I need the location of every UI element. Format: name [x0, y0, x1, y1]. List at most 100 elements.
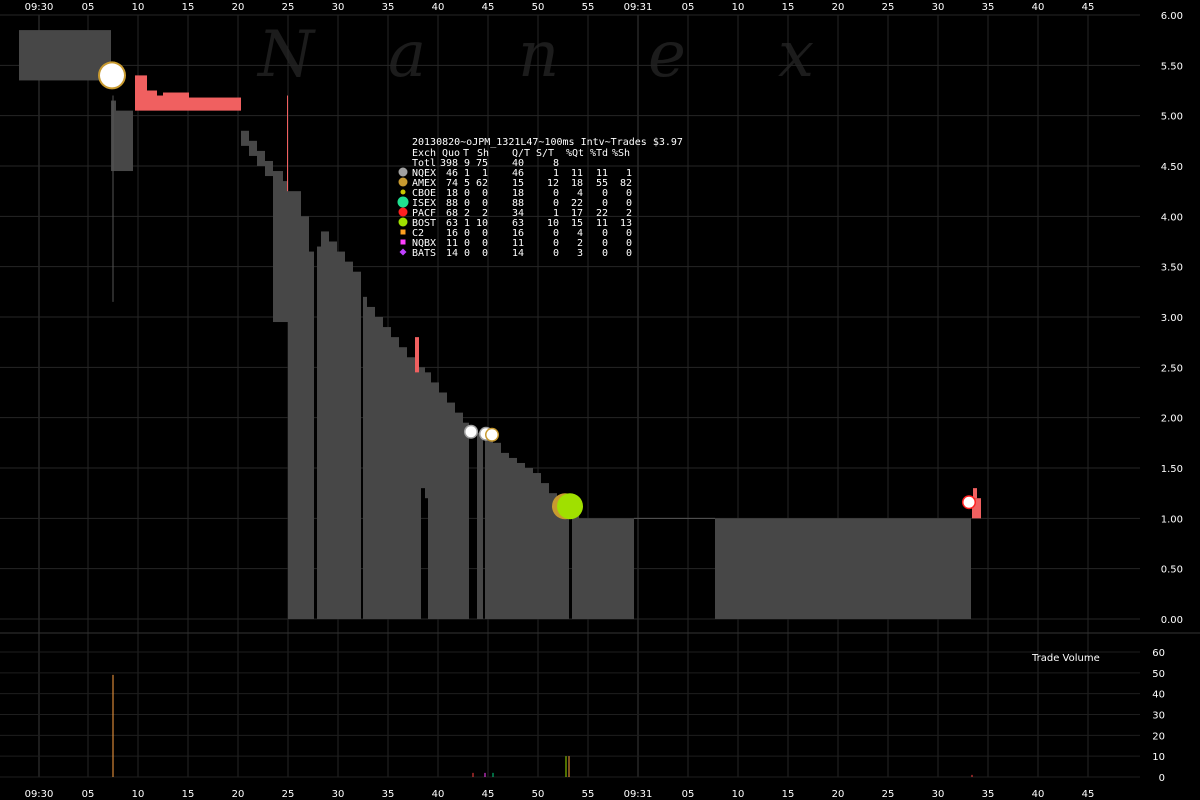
x-tick-label-top: 30	[932, 2, 945, 13]
x-tick-label-bottom: 45	[1082, 789, 1095, 800]
x-tick-label-top: 35	[982, 2, 995, 13]
nbbo-segment	[345, 261, 353, 619]
legend-circle-icon	[398, 207, 408, 217]
price-tick-label: 5.50	[1161, 61, 1183, 72]
x-tick-label-top: 45	[482, 2, 495, 13]
exchange-quote-bar	[163, 92, 189, 111]
legend-square-icon	[400, 229, 406, 235]
trade-marker-core	[963, 496, 975, 508]
x-tick-label-top: 15	[782, 2, 795, 13]
nbbo-segment	[439, 392, 447, 619]
price-tick-label: 2.50	[1161, 363, 1183, 374]
price-tick-label: 4.50	[1161, 162, 1183, 173]
trade-marker-core	[465, 426, 477, 438]
watermark-letter: N	[256, 18, 316, 92]
nbbo-segment	[428, 372, 431, 619]
watermark-letter: a	[388, 18, 426, 92]
nbbo-segment	[257, 150, 265, 166]
nbbo-segment	[317, 246, 321, 620]
nbbo-segment	[525, 468, 533, 619]
nbbo-segment	[485, 432, 493, 619]
x-tick-label-top: 25	[282, 2, 295, 13]
price-tick-label: 5.00	[1161, 112, 1183, 123]
nbbo-segment	[477, 432, 483, 619]
volume-tick-label: 10	[1152, 752, 1165, 763]
x-tick-label-top: 05	[82, 2, 95, 13]
nbbo-segment	[541, 483, 549, 619]
x-tick-label-top: 15	[182, 2, 195, 13]
table-header-cell: S/T	[536, 148, 554, 159]
watermark-letter: n	[518, 18, 559, 92]
price-tick-label: 1.50	[1161, 464, 1183, 475]
nbbo-segment	[579, 518, 634, 619]
price-tick-label: 0.00	[1161, 615, 1183, 626]
nbbo-segment	[321, 231, 329, 619]
x-tick-label-bottom: 15	[782, 789, 795, 800]
x-tick-label-top: 25	[882, 2, 895, 13]
price-tick-label: 3.50	[1161, 263, 1183, 274]
nbbo-segment	[425, 372, 428, 499]
exchange-quote-bar	[135, 75, 147, 111]
volume-tick-label: 30	[1152, 711, 1165, 722]
nbbo-segment	[367, 306, 375, 619]
volume-panel-label: Trade Volume	[1031, 653, 1100, 664]
exchange-quote-bar	[287, 95, 288, 192]
nbbo-segment	[447, 402, 455, 619]
watermark-letter: x	[778, 18, 814, 92]
table-row-cell: 0	[482, 248, 488, 259]
x-tick-label-bottom: 30	[332, 789, 345, 800]
legend-square-icon	[400, 239, 406, 245]
x-tick-label-bottom: 15	[182, 789, 195, 800]
x-tick-label-bottom: 35	[982, 789, 995, 800]
x-tick-label-bottom: 05	[682, 789, 695, 800]
table-row-cell: BATS	[412, 248, 436, 259]
x-tick-label-top: 40	[1032, 2, 1045, 13]
x-tick-label-top: 05	[682, 2, 695, 13]
nbbo-segment	[337, 251, 345, 620]
price-tick-label: 3.00	[1161, 313, 1183, 324]
exchange-quote-bar	[157, 95, 163, 111]
x-tick-label-bottom: 20	[232, 789, 245, 800]
nbbo-segment	[249, 140, 257, 156]
x-tick-label-bottom: 25	[282, 789, 295, 800]
x-tick-label-top: 50	[532, 2, 545, 13]
nbbo-segment	[455, 412, 463, 619]
nbbo-segment	[572, 508, 579, 619]
legend-circle-icon	[398, 177, 408, 187]
x-tick-label-top: 45	[1082, 2, 1095, 13]
table-header-cell: %Sh	[612, 148, 630, 159]
trade-marker-core	[100, 63, 124, 88]
table-header-cell: %Td	[590, 148, 608, 159]
x-tick-label-top: 20	[832, 2, 845, 13]
nbbo-segment	[431, 382, 439, 619]
x-tick-label-bottom: 40	[1032, 789, 1045, 800]
legend-circle-icon	[398, 217, 408, 227]
volume-tick-label: 0	[1159, 773, 1165, 784]
nbbo-segment	[391, 337, 399, 619]
nbbo-segment	[288, 191, 301, 619]
x-tick-label-bottom: 55	[582, 789, 595, 800]
x-tick-label-bottom: 35	[382, 789, 395, 800]
legend-circle-icon	[400, 189, 406, 195]
nbbo-segment	[407, 357, 415, 619]
nbbo-segment	[301, 216, 309, 620]
x-tick-label-top: 55	[582, 2, 595, 13]
nbbo-segment	[421, 367, 425, 489]
nbbo-segment	[283, 181, 288, 323]
x-tick-label-top: 35	[382, 2, 395, 13]
table-row-cell: 14	[512, 248, 524, 259]
x-tick-label-bottom: 10	[132, 789, 145, 800]
nbbo-segment	[501, 452, 509, 619]
legend-circle-icon	[397, 196, 409, 208]
volume-tick-label: 50	[1152, 669, 1165, 680]
table-row-cell: 0	[602, 248, 608, 259]
nbbo-segment	[19, 30, 111, 81]
nbbo-segment	[383, 327, 391, 619]
nbbo-segment	[399, 347, 407, 619]
chart-background	[0, 0, 1200, 800]
nbbo-segment	[415, 367, 421, 619]
nanex-trades-chart: Na n e x 20130820~oJPM_1321L47~100ms Intv~T…	[0, 0, 1200, 800]
x-tick-label-bottom: 40	[432, 789, 445, 800]
nbbo-segment	[463, 422, 469, 619]
nbbo-segment	[363, 296, 367, 619]
